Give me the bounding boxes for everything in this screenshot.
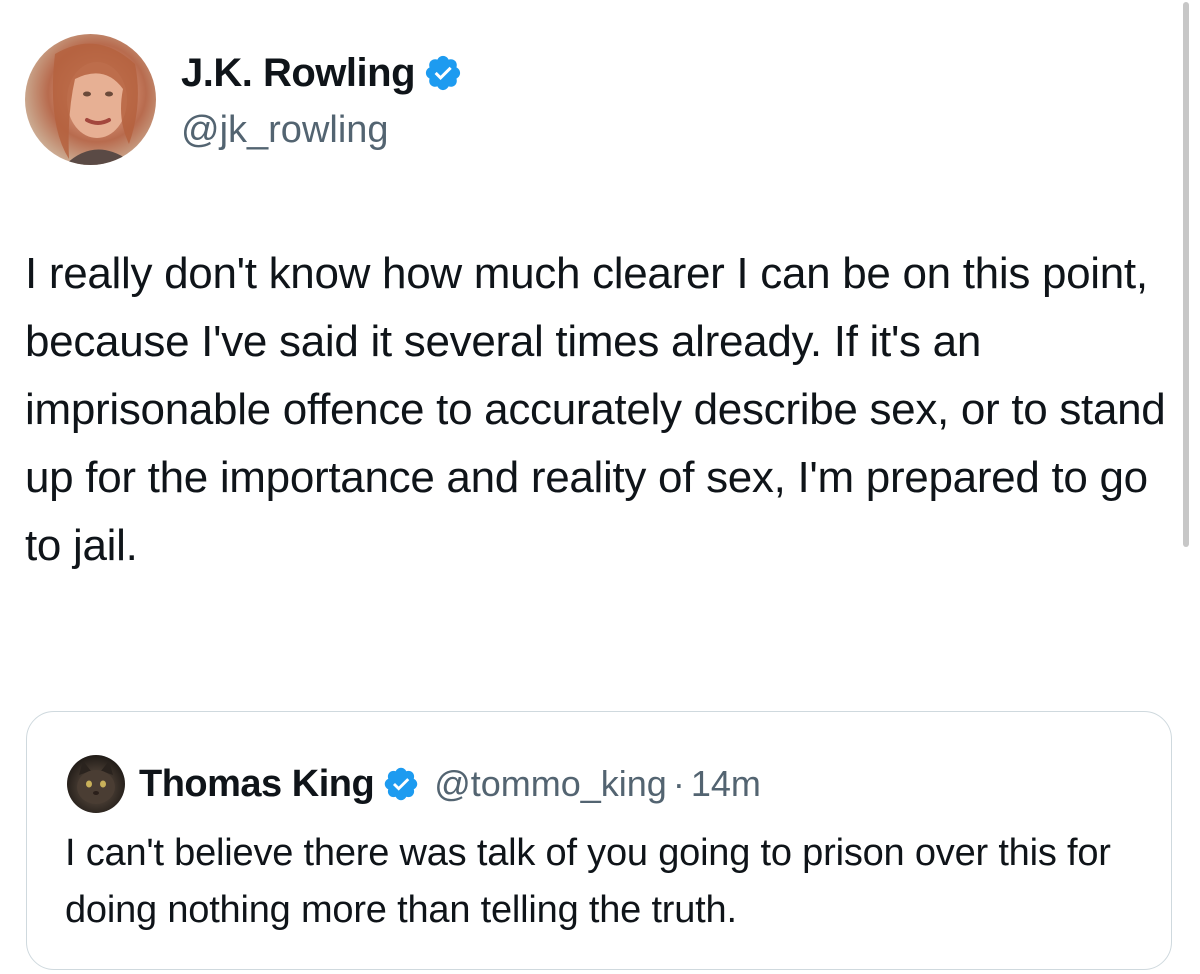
verified-badge-icon: [425, 55, 461, 91]
verified-badge-icon: [384, 767, 418, 801]
quoted-tweet-timestamp[interactable]: 14m: [691, 763, 761, 805]
cat-photo-icon: [77, 761, 115, 804]
tweet-text: I really don't know how much clearer I c…: [25, 249, 1166, 570]
author-name-label: J.K. Rowling: [181, 51, 416, 95]
scrollbar[interactable]: [1183, 2, 1189, 547]
quoted-tweet-card[interactable]: Thomas King @tommo_king · 14m I can't be…: [26, 711, 1172, 970]
author-handle[interactable]: @jk_rowling: [181, 106, 389, 154]
quoted-author-avatar[interactable]: [67, 755, 125, 813]
separator-dot: ·: [672, 763, 685, 804]
quoted-tweet-header: Thomas King @tommo_king · 14m: [139, 758, 761, 810]
quoted-tweet-text: I can't believe there was talk of you go…: [65, 832, 1111, 931]
profile-photo-icon: [52, 43, 138, 165]
quoted-author-handle[interactable]: @tommo_king: [434, 763, 667, 805]
author-name[interactable]: J.K. Rowling: [181, 48, 463, 98]
tweet[interactable]: J.K. Rowling @jk_rowling I really don't …: [0, 0, 1200, 974]
quoted-author-name[interactable]: Thomas King: [139, 763, 375, 806]
author-avatar[interactable]: [25, 34, 156, 165]
